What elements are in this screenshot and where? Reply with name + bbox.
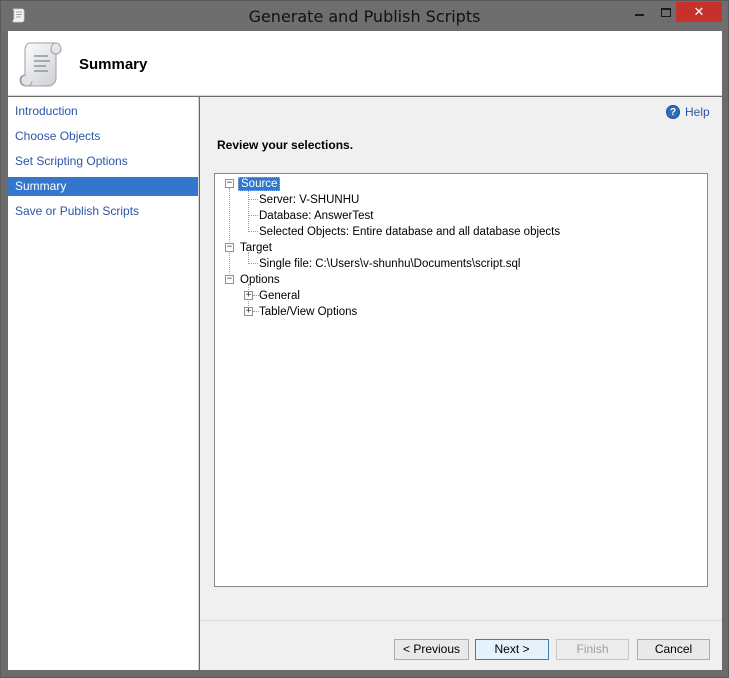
tree-node-single-file[interactable]: Single file: C:\Users\v-shunhu\Documents… xyxy=(259,257,520,271)
tree-node-server[interactable]: Server: V-SHUNHU xyxy=(259,193,359,207)
script-scroll-icon xyxy=(19,42,62,87)
wizard-window: Generate and Publish Scripts ✕ Summary I… xyxy=(0,0,729,678)
collapse-target-icon[interactable]: − xyxy=(225,243,234,252)
main-pane: ? Help Review your selections. − Source … xyxy=(200,97,722,670)
nav-item-summary[interactable]: Summary xyxy=(8,177,198,196)
page-title: Summary xyxy=(79,56,148,73)
review-heading: Review your selections. xyxy=(217,138,354,152)
tree-node-database[interactable]: Database: AnswerTest xyxy=(259,209,373,223)
tree-connector xyxy=(248,188,249,232)
finish-button[interactable]: Finish xyxy=(556,639,629,660)
nav-item-save-or-publish-scripts[interactable]: Save or Publish Scripts xyxy=(8,202,198,221)
tree-connector xyxy=(248,231,258,232)
collapse-source-icon[interactable]: − xyxy=(225,179,234,188)
tree-node-source-label: Source xyxy=(238,177,281,191)
tree-connector xyxy=(229,188,230,280)
nav-item-set-scripting-options[interactable]: Set Scripting Options xyxy=(8,152,198,171)
footer-divider xyxy=(200,620,722,621)
page-header: Summary xyxy=(8,31,722,96)
cancel-button[interactable]: Cancel xyxy=(637,639,710,660)
wizard-steps-nav: Introduction Choose Objects Set Scriptin… xyxy=(8,97,199,670)
tree-node-table-view-options[interactable]: Table/View Options xyxy=(259,305,357,319)
tree-node-target[interactable]: Target xyxy=(240,241,272,255)
help-icon: ? xyxy=(666,105,680,119)
help-label: Help xyxy=(685,105,710,119)
tree-node-source[interactable]: Source xyxy=(238,177,281,191)
maximize-icon xyxy=(661,7,671,17)
tree-node-selected-objects[interactable]: Selected Objects: Entire database and al… xyxy=(259,225,560,239)
nav-item-introduction[interactable]: Introduction xyxy=(8,102,198,121)
previous-button[interactable]: < Previous xyxy=(394,639,469,660)
window-title: Generate and Publish Scripts xyxy=(248,7,481,26)
title-bar[interactable]: Generate and Publish Scripts ✕ xyxy=(1,1,728,31)
summary-tree[interactable]: − Source Server: V-SHUNHU Database: Answ… xyxy=(214,173,708,587)
close-button[interactable]: ✕ xyxy=(676,2,722,22)
expand-table-view-options-icon[interactable]: + xyxy=(244,307,253,316)
minimize-icon xyxy=(634,14,644,16)
close-icon: ✕ xyxy=(693,4,705,19)
tree-connector xyxy=(248,199,258,200)
next-button[interactable]: Next > xyxy=(475,639,549,660)
tree-node-options[interactable]: Options xyxy=(240,273,280,287)
tree-connector xyxy=(248,215,258,216)
collapse-options-icon[interactable]: − xyxy=(225,275,234,284)
tree-connector xyxy=(248,263,258,264)
expand-general-icon[interactable]: + xyxy=(244,291,253,300)
tree-node-general[interactable]: General xyxy=(259,289,300,303)
minimize-button[interactable] xyxy=(625,2,653,22)
help-link[interactable]: ? Help xyxy=(666,105,710,119)
nav-item-choose-objects[interactable]: Choose Objects xyxy=(8,127,198,146)
